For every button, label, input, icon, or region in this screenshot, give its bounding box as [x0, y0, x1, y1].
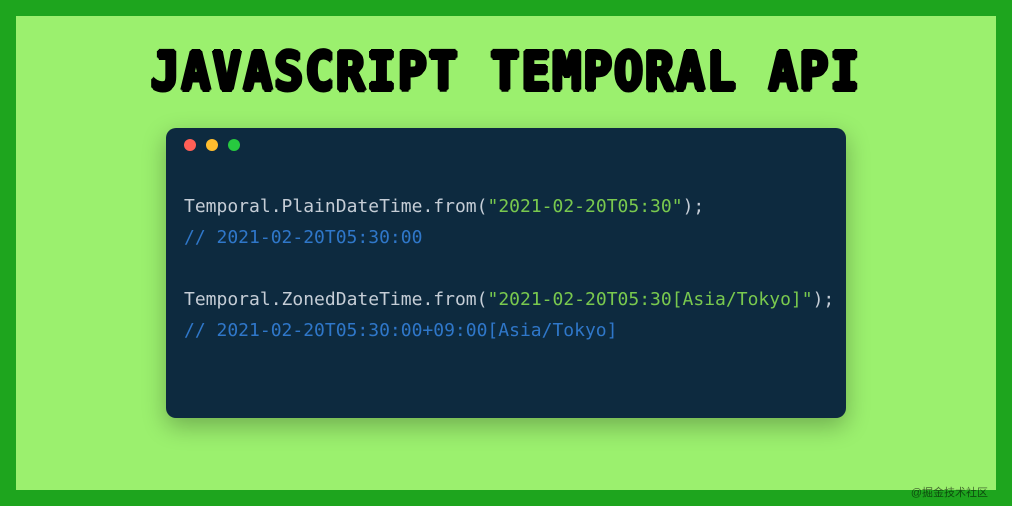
code-token: ZonedDateTime [282, 289, 423, 310]
code-token: ); [813, 289, 835, 310]
code-token: Temporal [184, 289, 271, 310]
window-controls [166, 128, 846, 162]
code-token: ); [683, 196, 705, 217]
watermark-text: @掘金技术社区 [911, 484, 988, 500]
minimize-icon [206, 139, 218, 151]
code-token: . [271, 196, 282, 217]
code-token: Temporal [184, 196, 271, 217]
code-token: "2021-02-20T05:30" [487, 196, 682, 217]
code-token: . [422, 196, 433, 217]
code-token: PlainDateTime [282, 196, 423, 217]
code-token: ( [477, 196, 488, 217]
code-comment: // 2021-02-20T05:30:00 [184, 227, 422, 248]
card-frame: JAVASCRIPT TEMPORAL API Temporal.PlainDa… [16, 16, 996, 490]
page-title: JAVASCRIPT TEMPORAL API [151, 41, 862, 103]
maximize-icon [228, 139, 240, 151]
code-token: from [433, 289, 476, 310]
code-token: . [422, 289, 433, 310]
code-token: . [271, 289, 282, 310]
code-block: Temporal.PlainDateTime.from("2021-02-20T… [166, 162, 846, 365]
close-icon [184, 139, 196, 151]
code-token: ( [477, 289, 488, 310]
code-token: from [433, 196, 476, 217]
code-terminal: Temporal.PlainDateTime.from("2021-02-20T… [166, 128, 846, 418]
code-comment: // 2021-02-20T05:30:00+09:00[Asia/Tokyo] [184, 320, 617, 341]
code-token: "2021-02-20T05:30[Asia/Tokyo]" [487, 289, 812, 310]
